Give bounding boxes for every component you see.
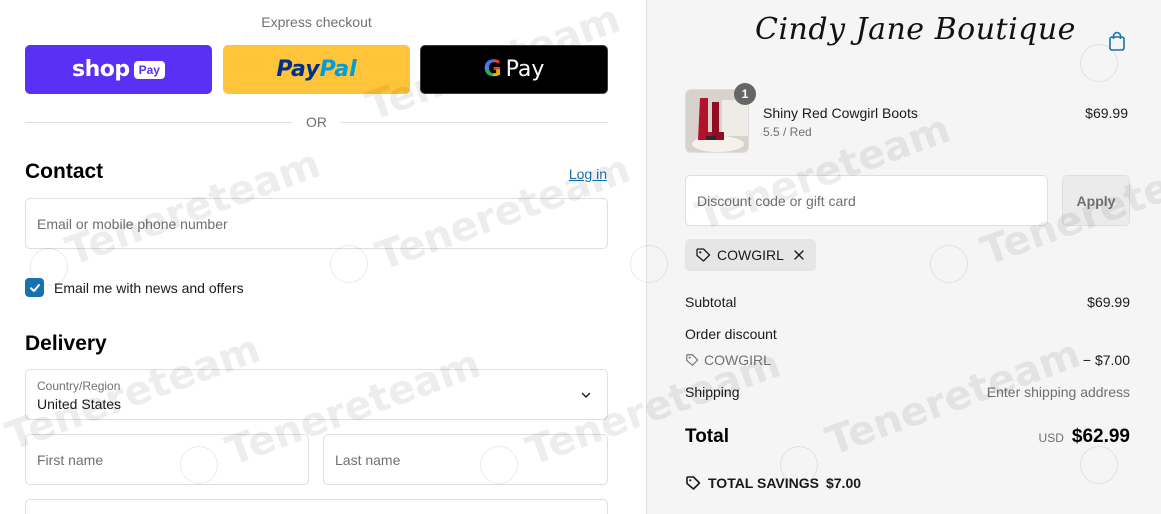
product-variant: 5.5 / Red bbox=[763, 125, 812, 139]
total-price: USD $62.99 bbox=[1039, 426, 1130, 448]
apply-button[interactable]: Apply bbox=[1062, 175, 1130, 226]
subtotal-value: $69.99 bbox=[1087, 294, 1130, 310]
country-select[interactable]: Country/Region United States bbox=[25, 369, 608, 420]
savings-value: $7.00 bbox=[825, 475, 862, 491]
shipping-value: Enter shipping address bbox=[986, 384, 1130, 400]
google-pay-button[interactable]: G Pay bbox=[420, 45, 608, 94]
paypal-button[interactable]: Pay Pal bbox=[223, 45, 410, 94]
checkout-form: Express checkout shop Pay Pay Pal G Pay O… bbox=[0, 0, 646, 514]
total-currency: USD bbox=[1038, 431, 1064, 445]
total-label: Total bbox=[685, 426, 729, 447]
product-price: $69.99 bbox=[1085, 105, 1128, 121]
subtotal-row: Subtotal $69.99 bbox=[685, 294, 1130, 310]
discount-code-label: COWGIRL bbox=[704, 352, 771, 368]
newsletter-label: Email me with news and offers bbox=[54, 279, 244, 296]
shipping-row: Shipping Enter shipping address bbox=[685, 384, 1130, 400]
country-label: Country/Region bbox=[37, 379, 121, 393]
discount-value: − $7.00 bbox=[1082, 352, 1130, 368]
first-name-placeholder: First name bbox=[37, 451, 104, 468]
newsletter-option[interactable]: Email me with news and offers bbox=[25, 278, 244, 297]
shipping-label: Shipping bbox=[685, 384, 740, 400]
product-name: Shiny Red Cowgirl Boots bbox=[763, 105, 918, 121]
paypal-logo-pal: Pal bbox=[319, 57, 357, 82]
country-value: United States bbox=[37, 396, 122, 412]
paypal-logo-pay: Pay bbox=[276, 57, 320, 82]
newsletter-checkbox[interactable] bbox=[25, 278, 44, 297]
shop-pay-logo-chip: Pay bbox=[133, 60, 165, 79]
login-link[interactable]: Log in bbox=[569, 166, 607, 182]
shop-pay-button[interactable]: shop Pay bbox=[25, 45, 212, 94]
applied-discount-chip: COWGIRL bbox=[685, 239, 816, 271]
total-value: $62.99 bbox=[1071, 426, 1130, 447]
total-savings: TOTAL SAVINGS $7.00 bbox=[685, 475, 861, 491]
brand-logo: Cindy Jane Boutique bbox=[755, 12, 1076, 47]
email-field[interactable]: Email or mobile phone number bbox=[25, 198, 608, 249]
order-discount-row: Order discount bbox=[685, 326, 1130, 342]
discount-code-row: COWGIRL − $7.00 bbox=[685, 352, 1130, 368]
quantity-badge: 1 bbox=[734, 83, 756, 105]
delivery-heading: Delivery bbox=[25, 332, 107, 355]
or-divider: OR bbox=[25, 114, 608, 130]
chevron-down-icon bbox=[581, 392, 591, 398]
google-g-icon: G bbox=[483, 57, 502, 82]
subtotal-label: Subtotal bbox=[685, 294, 737, 310]
tag-icon bbox=[696, 248, 711, 262]
express-checkout-label: Express checkout bbox=[261, 14, 372, 30]
order-discount-label: Order discount bbox=[685, 326, 777, 342]
discount-code-line: COWGIRL bbox=[685, 352, 771, 368]
email-placeholder: Email or mobile phone number bbox=[37, 215, 228, 232]
first-name-field[interactable]: First name bbox=[25, 434, 309, 485]
last-name-field[interactable]: Last name bbox=[323, 434, 608, 485]
google-pay-word: Pay bbox=[505, 57, 545, 82]
address-field[interactable] bbox=[25, 499, 608, 514]
last-name-placeholder: Last name bbox=[335, 451, 401, 468]
contact-heading: Contact bbox=[25, 160, 104, 183]
close-icon[interactable] bbox=[792, 248, 806, 262]
applied-discount-code: COWGIRL bbox=[717, 247, 784, 263]
shopping-bag-icon[interactable] bbox=[1106, 30, 1128, 52]
divider-line bbox=[341, 121, 608, 123]
total-row: Total USD $62.99 bbox=[685, 426, 1130, 448]
divider-line bbox=[25, 121, 292, 123]
tag-icon bbox=[686, 476, 701, 490]
discount-code-input[interactable]: Discount code or gift card bbox=[685, 175, 1048, 226]
savings-label: TOTAL SAVINGS bbox=[708, 475, 819, 491]
tag-icon bbox=[686, 354, 699, 366]
checkmark-icon bbox=[29, 283, 40, 292]
shop-pay-logo-word: shop bbox=[72, 57, 130, 82]
discount-placeholder: Discount code or gift card bbox=[697, 192, 856, 209]
or-text: OR bbox=[306, 114, 327, 130]
order-summary: Cindy Jane Boutique 1 Shiny Red Cowgirl … bbox=[646, 0, 1161, 514]
